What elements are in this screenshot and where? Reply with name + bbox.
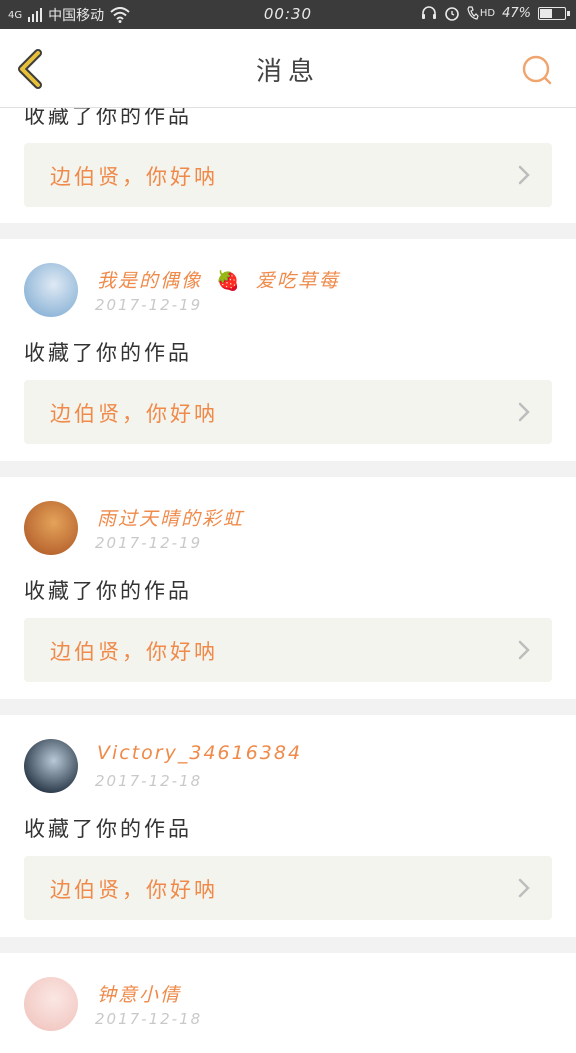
avatar[interactable] (24, 977, 78, 1031)
status-bar: 4G 中国移动 00:30 HD 47% (0, 0, 576, 29)
battery-fill (540, 8, 553, 18)
user-name-text: 钟意小倩 (97, 984, 182, 1006)
search-icon[interactable] (520, 53, 554, 87)
user-name[interactable]: 雨过天晴的彩虹 (97, 504, 244, 531)
chevron-right-icon (518, 640, 530, 660)
status-right: HD 47% (421, 5, 570, 21)
headset-icon (421, 6, 436, 19)
strawberry-emoji: 🍓 (216, 270, 242, 292)
chevron-right-icon (518, 165, 530, 185)
message-date: 2017-12-18 (95, 772, 203, 790)
message-card: 我是的偶像 🍓 爱吃草莓 2017-12-19 收藏了你的作品 边伯贤，你好呐 (0, 239, 576, 461)
message-list: 收藏了你的作品 边伯贤，你好呐 我是的偶像 🍓 爱吃草莓 2017-12-19 … (0, 108, 576, 1053)
message-card: 钟意小倩 2017-12-18 (0, 953, 576, 1053)
avatar[interactable] (24, 501, 78, 555)
user-name[interactable]: Victory_34616384 (97, 742, 302, 764)
user-name-text: Victory_34616384 (97, 742, 303, 764)
quoted-work-title: 边伯贤，你好呐 (50, 402, 218, 426)
chevron-right-icon (518, 402, 530, 422)
user-name-text: 雨过天晴的彩虹 (97, 508, 245, 530)
hd-label: HD (479, 7, 496, 19)
quoted-work-title: 边伯贤，你好呐 (50, 165, 218, 189)
battery-icon (538, 6, 570, 20)
nav-header: 消息 (0, 29, 576, 108)
page-title: 消息 (255, 57, 320, 87)
quoted-work-link[interactable]: 边伯贤，你好呐 (24, 856, 552, 920)
quoted-work-link[interactable]: 边伯贤，你好呐 (24, 143, 552, 207)
user-name-text: 我是的偶像 (97, 270, 203, 292)
user-name-suffix: 爱吃草莓 (255, 270, 340, 292)
avatar[interactable] (24, 739, 78, 793)
quoted-work-link[interactable]: 边伯贤，你好呐 (24, 380, 552, 444)
message-card: 雨过天晴的彩虹 2017-12-19 收藏了你的作品 边伯贤，你好呐 (0, 477, 576, 699)
message-card: Victory_34616384 2017-12-18 收藏了你的作品 边伯贤，… (0, 715, 576, 937)
message-action-text: 收藏了你的作品 (24, 579, 192, 603)
user-name[interactable]: 钟意小倩 (97, 980, 181, 1007)
message-card: 收藏了你的作品 边伯贤，你好呐 (0, 108, 576, 223)
quoted-work-title: 边伯贤，你好呐 (50, 640, 218, 664)
message-action-text: 收藏了你的作品 (24, 341, 192, 365)
quoted-work-link[interactable]: 边伯贤，你好呐 (24, 618, 552, 682)
quoted-work-title: 边伯贤，你好呐 (50, 878, 218, 902)
message-date: 2017-12-19 (95, 296, 203, 314)
user-name[interactable]: 我是的偶像 🍓 爱吃草莓 (97, 266, 340, 293)
message-date: 2017-12-18 (95, 1010, 203, 1028)
message-action-text: 收藏了你的作品 (24, 108, 192, 128)
battery-percent: 47% (502, 5, 531, 21)
alarm-icon (445, 7, 459, 21)
chevron-right-icon (518, 878, 530, 898)
message-date: 2017-12-19 (95, 534, 203, 552)
avatar[interactable] (24, 263, 78, 317)
phone-icon (467, 6, 479, 20)
message-action-text: 收藏了你的作品 (24, 817, 192, 841)
